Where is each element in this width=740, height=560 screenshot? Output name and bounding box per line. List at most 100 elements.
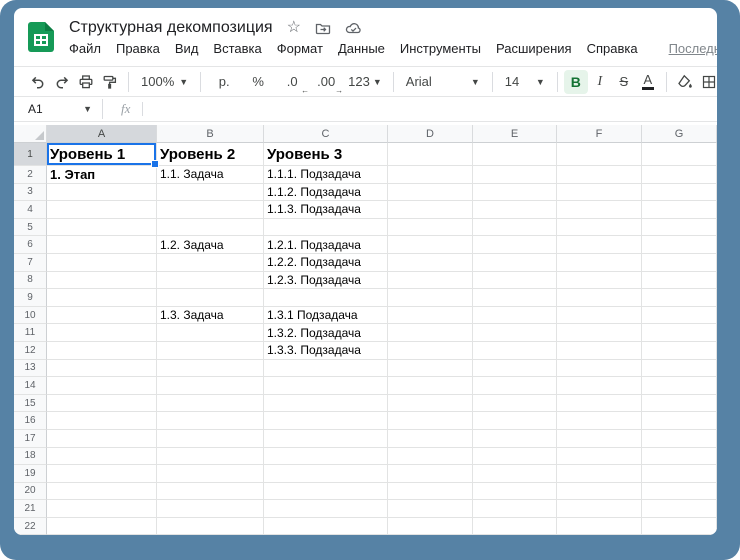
cell-F13[interactable] [557, 360, 642, 378]
cell-B22[interactable] [157, 518, 264, 535]
cell-E3[interactable] [473, 184, 557, 202]
paint-format-button[interactable] [98, 70, 122, 94]
cell-A13[interactable] [47, 360, 157, 378]
cell-E19[interactable] [473, 465, 557, 483]
cell-F3[interactable] [557, 184, 642, 202]
cell-A4[interactable] [47, 201, 157, 219]
cell-C12[interactable]: 1.3.3. Подзадача [264, 342, 388, 360]
cell-C14[interactable] [264, 377, 388, 395]
cell-D11[interactable] [388, 324, 473, 342]
cell-E4[interactable] [473, 201, 557, 219]
cell-G16[interactable] [642, 412, 717, 430]
row-header-4[interactable]: 4 [14, 201, 47, 219]
row-header-1[interactable]: 1 [14, 143, 47, 166]
more-formats-button[interactable]: 123▼ [343, 70, 387, 94]
decrease-decimals-button[interactable]: .0← [275, 70, 309, 94]
cell-C17[interactable] [264, 430, 388, 448]
cell-C21[interactable] [264, 500, 388, 518]
cell-G19[interactable] [642, 465, 717, 483]
cell-G4[interactable] [642, 201, 717, 219]
cell-D14[interactable] [388, 377, 473, 395]
cell-G6[interactable] [642, 236, 717, 254]
cell-D19[interactable] [388, 465, 473, 483]
cell-G20[interactable] [642, 483, 717, 501]
cell-D21[interactable] [388, 500, 473, 518]
cell-D18[interactable] [388, 448, 473, 466]
cell-B3[interactable] [157, 184, 264, 202]
row-header-15[interactable]: 15 [14, 395, 47, 413]
cell-E1[interactable] [473, 143, 557, 166]
cell-D3[interactable] [388, 184, 473, 202]
cell-A10[interactable] [47, 307, 157, 325]
row-header-5[interactable]: 5 [14, 219, 47, 237]
cell-F22[interactable] [557, 518, 642, 535]
cell-E7[interactable] [473, 254, 557, 272]
cell-G17[interactable] [642, 430, 717, 448]
cell-B13[interactable] [157, 360, 264, 378]
cell-F15[interactable] [557, 395, 642, 413]
cell-B7[interactable] [157, 254, 264, 272]
zoom-select[interactable]: 100%▼ [135, 70, 194, 94]
row-header-2[interactable]: 2 [14, 166, 47, 184]
cell-C15[interactable] [264, 395, 388, 413]
cell-G14[interactable] [642, 377, 717, 395]
cell-C6[interactable]: 1.2.1. Подзадача [264, 236, 388, 254]
cell-F12[interactable] [557, 342, 642, 360]
cloud-status-icon[interactable] [345, 20, 362, 36]
cell-B15[interactable] [157, 395, 264, 413]
cell-G5[interactable] [642, 219, 717, 237]
cell-B21[interactable] [157, 500, 264, 518]
cell-F1[interactable] [557, 143, 642, 166]
row-header-9[interactable]: 9 [14, 289, 47, 307]
cell-A22[interactable] [47, 518, 157, 535]
row-header-14[interactable]: 14 [14, 377, 47, 395]
font-size-select[interactable]: 14▼ [499, 70, 551, 94]
cell-B5[interactable] [157, 219, 264, 237]
row-header-18[interactable]: 18 [14, 448, 47, 466]
cell-E22[interactable] [473, 518, 557, 535]
cell-A21[interactable] [47, 500, 157, 518]
cell-A17[interactable] [47, 430, 157, 448]
select-all-corner[interactable] [14, 125, 47, 143]
cell-E21[interactable] [473, 500, 557, 518]
cell-B4[interactable] [157, 201, 264, 219]
menu-format[interactable]: Формат [277, 41, 323, 56]
cell-A3[interactable] [47, 184, 157, 202]
last-edit-link[interactable]: Последнее изменен [669, 41, 717, 56]
percent-format-button[interactable]: % [241, 70, 275, 94]
cell-F10[interactable] [557, 307, 642, 325]
cell-G13[interactable] [642, 360, 717, 378]
cell-F17[interactable] [557, 430, 642, 448]
cell-F20[interactable] [557, 483, 642, 501]
cell-F19[interactable] [557, 465, 642, 483]
row-header-7[interactable]: 7 [14, 254, 47, 272]
cell-G7[interactable] [642, 254, 717, 272]
menu-tools[interactable]: Инструменты [400, 41, 481, 56]
cell-A2[interactable]: 1. Этап [47, 166, 157, 184]
bold-button[interactable]: B [564, 70, 588, 94]
column-header-B[interactable]: B [157, 125, 264, 143]
row-header-17[interactable]: 17 [14, 430, 47, 448]
cell-G12[interactable] [642, 342, 717, 360]
column-header-D[interactable]: D [388, 125, 473, 143]
menu-insert[interactable]: Вставка [213, 41, 261, 56]
cell-F16[interactable] [557, 412, 642, 430]
cell-B19[interactable] [157, 465, 264, 483]
cell-F5[interactable] [557, 219, 642, 237]
cell-A1[interactable]: Уровень 1 [47, 143, 157, 166]
row-header-3[interactable]: 3 [14, 184, 47, 202]
cell-G11[interactable] [642, 324, 717, 342]
cell-E5[interactable] [473, 219, 557, 237]
column-header-C[interactable]: C [264, 125, 388, 143]
cell-C19[interactable] [264, 465, 388, 483]
cell-B6[interactable]: 1.2. Задача [157, 236, 264, 254]
cell-F4[interactable] [557, 201, 642, 219]
font-select[interactable]: Arial▼ [402, 70, 484, 94]
sheets-logo[interactable] [28, 22, 54, 52]
star-icon[interactable]: ☆ [287, 20, 301, 36]
cell-B17[interactable] [157, 430, 264, 448]
italic-button[interactable]: I [588, 70, 612, 94]
cell-F14[interactable] [557, 377, 642, 395]
cell-C8[interactable]: 1.2.3. Подзадача [264, 272, 388, 290]
cell-D12[interactable] [388, 342, 473, 360]
